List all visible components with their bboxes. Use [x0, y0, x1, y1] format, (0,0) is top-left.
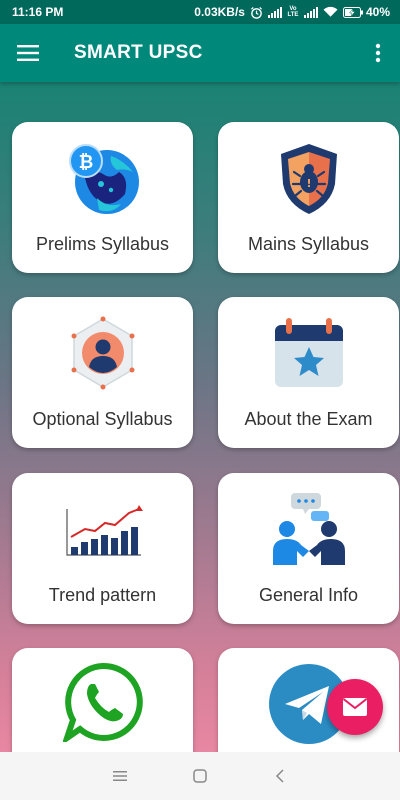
more-vertical-icon [375, 43, 381, 63]
system-nav-bar [0, 752, 400, 800]
bar-chart-trend-icon [65, 505, 143, 556]
home-icon [193, 769, 207, 783]
svg-text:₿: ₿ [78, 152, 93, 173]
people-chat-icon [272, 493, 345, 565]
hamburger-menu-icon [17, 45, 39, 61]
battery-charging-icon [342, 6, 363, 18]
app-title: SMART UPSC [74, 42, 203, 63]
status-bar: 11:16 PM 0.03KB/s Vo LTE 40% [0, 0, 400, 24]
recent-apps-icon [113, 771, 127, 781]
card-label: Mains Syllabus [247, 234, 370, 254]
whatsapp-icon [62, 662, 143, 742]
menu-button[interactable] [0, 24, 56, 82]
alarm-icon [250, 6, 263, 19]
shield-bug-icon: ! [280, 144, 337, 214]
card-whatsapp[interactable] [12, 648, 193, 752]
battery: 40% [342, 5, 390, 19]
card-mains-syllabus[interactable]: ! Mains Syllabus [218, 122, 399, 273]
card-optional-syllabus[interactable]: Optional Syllabus [12, 297, 193, 448]
signal-icon-2 [303, 6, 318, 18]
card-trend-pattern[interactable]: Trend pattern [12, 473, 193, 624]
mail-fab-button[interactable] [327, 679, 383, 735]
app-bar: SMART UPSC [0, 24, 400, 82]
calendar-star-icon [274, 318, 343, 387]
card-general-info[interactable]: General Info [218, 473, 399, 624]
recent-apps-button[interactable] [100, 756, 140, 796]
card-label: General Info [258, 585, 359, 605]
card-label: Prelims Syllabus [35, 234, 170, 254]
card-label: Trend pattern [48, 585, 157, 605]
wifi-icon [323, 6, 338, 17]
dashboard-grid: ₿ Prelims Syllabus ! Mains Syllabus Opti… [0, 82, 400, 752]
status-icons: 0.03KB/s Vo LTE 40% [194, 5, 390, 19]
more-options-button[interactable] [356, 24, 400, 82]
svg-text:!: ! [306, 177, 311, 190]
card-about-exam[interactable]: About the Exam [218, 297, 399, 448]
back-button[interactable] [260, 756, 300, 796]
user-network-icon [71, 316, 134, 390]
battery-percent: 40% [365, 5, 390, 19]
status-time: 11:16 PM [12, 5, 64, 19]
mail-icon [342, 698, 368, 716]
card-label: About the Exam [244, 409, 373, 429]
back-icon [275, 769, 284, 783]
card-label: Optional Syllabus [32, 409, 173, 429]
volte-badge: Vo LTE [287, 6, 299, 18]
signal-icon [267, 6, 282, 18]
net-speed: 0.03KB/s [194, 5, 245, 19]
bitcoin-globe-icon: ₿ [68, 144, 139, 214]
home-button[interactable] [180, 756, 220, 796]
card-prelims-syllabus[interactable]: ₿ Prelims Syllabus [12, 122, 193, 273]
